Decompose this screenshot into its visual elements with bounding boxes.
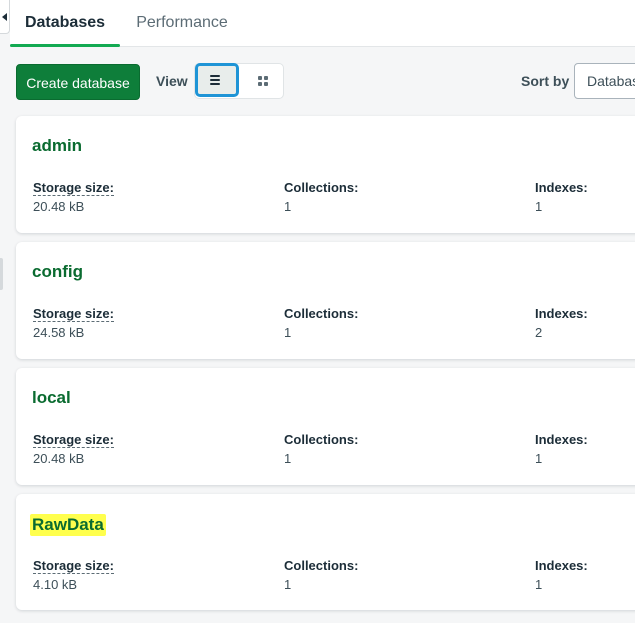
sidebar-resize-handle[interactable] xyxy=(0,258,3,290)
create-database-button[interactable]: Create database xyxy=(16,64,140,100)
tab-bar: Databases Performance xyxy=(10,0,635,47)
indexes-value: 1 xyxy=(535,451,543,466)
database-name-link[interactable]: RawData xyxy=(30,514,106,536)
tab-databases[interactable]: Databases xyxy=(10,0,120,47)
storage-size-value: 20.48 kB xyxy=(33,199,85,214)
indexes-value: 1 xyxy=(535,577,543,592)
collections-label: Collections: xyxy=(284,432,359,447)
list-icon xyxy=(210,75,220,87)
storage-size-label: Storage size: xyxy=(33,558,114,574)
storage-size-value: 20.48 kB xyxy=(33,451,85,466)
grid-view-button[interactable] xyxy=(240,64,284,98)
tab-databases-label: Databases xyxy=(24,14,106,31)
database-card: admin Storage size: 20.48 kB Collections… xyxy=(16,116,635,233)
storage-size-label: Storage size: xyxy=(33,306,114,322)
indexes-value: 2 xyxy=(535,325,543,340)
database-card: local Storage size: 20.48 kB Collections… xyxy=(16,368,635,485)
storage-size-label: Storage size: xyxy=(33,180,114,196)
indexes-label: Indexes: xyxy=(535,180,588,195)
database-name-link[interactable]: config xyxy=(32,262,83,282)
database-card: RawData Storage size: 4.10 kB Collection… xyxy=(16,494,635,610)
storage-size-label: Storage size: xyxy=(33,432,114,448)
collections-label: Collections: xyxy=(284,180,359,195)
indexes-label: Indexes: xyxy=(535,432,588,447)
indexes-value: 1 xyxy=(535,199,543,214)
collections-value: 1 xyxy=(284,577,292,592)
sidebar-collapse-button[interactable] xyxy=(0,0,10,34)
collections-value: 1 xyxy=(284,325,292,340)
list-view-button[interactable] xyxy=(195,63,239,97)
collections-label: Collections: xyxy=(284,558,359,573)
sort-by-select[interactable]: Database Name xyxy=(574,63,635,99)
collections-label: Collections: xyxy=(284,306,359,321)
collections-value: 1 xyxy=(284,199,292,214)
database-name-link[interactable]: local xyxy=(32,388,71,408)
sort-by-label: Sort by xyxy=(521,73,570,89)
toolbar: Create database View Sort by Database Na… xyxy=(0,46,635,116)
database-card: config Storage size: 24.58 kB Collection… xyxy=(16,242,635,359)
view-toggle xyxy=(194,63,284,99)
indexes-label: Indexes: xyxy=(535,306,588,321)
storage-size-value: 4.10 kB xyxy=(33,577,78,592)
caret-left-icon xyxy=(2,13,7,21)
tab-performance-label: Performance xyxy=(136,14,228,31)
indexes-label: Indexes: xyxy=(535,558,588,573)
tab-performance[interactable]: Performance xyxy=(130,0,234,46)
collections-value: 1 xyxy=(284,451,292,466)
view-label: View xyxy=(156,73,188,89)
database-name-link[interactable]: admin xyxy=(32,136,82,156)
storage-size-value: 24.58 kB xyxy=(33,325,85,340)
grid-icon xyxy=(258,76,268,86)
